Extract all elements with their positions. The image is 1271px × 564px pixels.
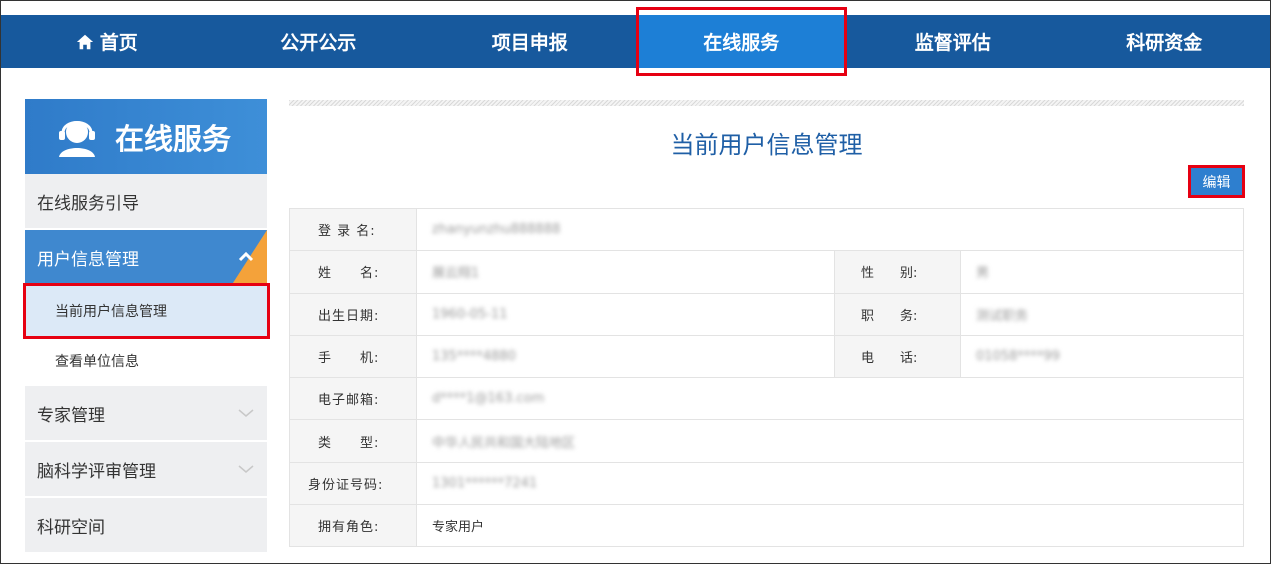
table-row: 手 机: 135****4880 电 话: 01058****99 [289,334,1244,379]
role-value: 专家用户 [432,520,485,536]
phone-label: 电 话: [834,334,961,379]
table-row: 出生日期: 1960-05-11 职 务: 测试职务 [289,292,1244,336]
page-title: 当前用户信息管理 [670,131,863,159]
chevron-down-icon [238,465,254,473]
sidebar-item-label: 科研空间 [37,517,105,538]
role-label: 拥有角色: [289,504,417,548]
nav-funding-label: 科研资金 [1126,32,1203,54]
sidebar-header: 在线服务 [25,99,267,174]
top-nav: 首页 公开公示 项目申报 在线服务 监督评估 科研资金 [1,7,1271,76]
user-info-table: 登 录 名: zhanyunzhu888888 姓 名: 展云翔1 性 别: 男… [289,207,1244,548]
sidebar-item-expert[interactable]: 专家管理 [25,386,267,442]
sidebar-title: 在线服务 [115,121,232,156]
table-row: 身份证号码: 1301******7241 [289,461,1244,506]
nav-project-label: 项目申报 [491,32,568,54]
chevron-down-icon [238,409,254,417]
sidebar-item-user-info[interactable]: 用户信息管理 [25,230,267,286]
decorative-stripe [289,100,1244,106]
sidebar-item-research-space[interactable]: 科研空间 [25,498,267,554]
mobile-value: 135****4880 [432,349,516,365]
sidebar-item-guide[interactable]: 在线服务引导 [25,174,267,230]
position-value: 测试职务 [976,308,1029,324]
sidebar-item-brain-review[interactable]: 脑科学评审管理 [25,442,267,498]
login-label: 登 录 名: [289,207,417,252]
home-icon [76,34,93,49]
table-row: 电子邮箱: d****1@163.com [289,377,1244,421]
birth-label: 出生日期: [289,292,417,336]
sidebar-sub-label: 当前用户信息管理 [55,304,167,320]
gender-label: 性 别: [834,250,961,294]
table-row: 类 型: 中华人民共和国大陆地区 [289,419,1244,463]
sidebar-sub-label: 查看单位信息 [55,354,139,370]
sidebar-sub-unit-info[interactable]: 查看单位信息 [25,336,267,386]
type-value: 中华人民共和国大陆地区 [432,435,576,451]
user-service-icon [59,120,95,157]
nav-supervision-label: 监督评估 [914,32,991,54]
nav-online-service-label: 在线服务 [703,32,780,54]
mobile-label: 手 机: [289,334,417,379]
gender-value: 男 [976,266,990,282]
nav-project[interactable]: 项目申报 [424,15,636,68]
login-value: zhanyunzhu888888 [432,222,561,238]
type-label: 类 型: [289,419,417,463]
email-label: 电子邮箱: [289,377,417,421]
sidebar-item-label: 在线服务引导 [37,193,139,214]
sidebar-item-label: 专家管理 [37,405,105,426]
sidebar-item-label: 用户信息管理 [37,249,139,270]
nav-online-service[interactable]: 在线服务 [635,7,847,76]
email-value: d****1@163.com [432,391,545,407]
sidebar-sub-current-user[interactable]: 当前用户信息管理 [23,283,270,339]
table-row: 姓 名: 展云翔1 性 别: 男 [289,250,1244,294]
nav-public[interactable]: 公开公示 [213,15,425,68]
sidebar-item-label: 脑科学评审管理 [37,461,156,482]
nav-home[interactable]: 首页 [1,15,213,68]
id-label: 身份证号码: [289,461,417,506]
table-row: 登 录 名: zhanyunzhu888888 [289,207,1244,252]
nav-home-label: 首页 [99,32,138,54]
name-label: 姓 名: [289,250,417,294]
nav-supervision[interactable]: 监督评估 [847,15,1059,68]
nav-public-label: 公开公示 [280,32,357,54]
name-value: 展云翔1 [432,266,480,282]
birth-value: 1960-05-11 [432,306,508,322]
table-row: 拥有角色: 专家用户 [289,504,1244,548]
phone-value: 01058****99 [976,349,1060,365]
edit-button[interactable]: 编辑 [1188,165,1245,198]
chevron-up-icon [238,251,254,262]
sidebar: 在线服务 在线服务引导 用户信息管理 当前用户信息管理 查看单位信息 专家管理 … [23,99,270,554]
position-label: 职 务: [834,292,961,336]
id-value: 1301******7241 [432,475,538,491]
nav-funding[interactable]: 科研资金 [1059,15,1271,68]
